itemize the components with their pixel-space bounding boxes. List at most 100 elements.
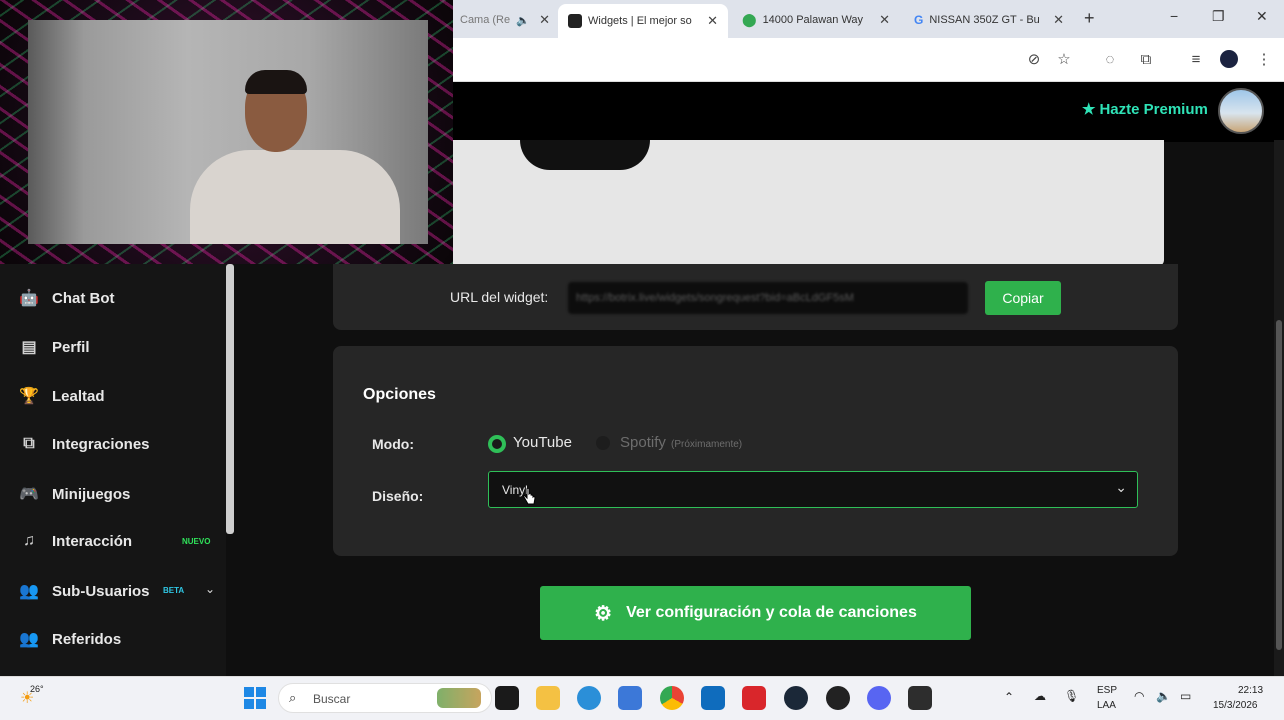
edge-icon[interactable] — [577, 686, 601, 710]
sidebar-item-sub-usuarios[interactable]: 👥 Sub-Usuarios — [18, 581, 150, 601]
file-explorer-icon[interactable] — [536, 686, 560, 710]
user-avatar[interactable] — [1218, 88, 1264, 134]
sidebar-item-interaccion[interactable]: ♫ Interacción — [18, 532, 132, 550]
sidebar-scrollbar[interactable] — [226, 264, 234, 534]
tab-maps[interactable]: ⬤ 14000 Palawan Way ✕ — [732, 6, 900, 34]
app-icon[interactable] — [908, 686, 932, 710]
design-label: Diseño: — [372, 488, 424, 504]
youtube-radio[interactable] — [488, 435, 506, 453]
premium-label: Hazte Premium — [1099, 100, 1208, 118]
close-window-button[interactable]: ✕ — [1256, 8, 1268, 25]
youtube-label[interactable]: YouTube — [513, 434, 572, 451]
search-icon: ⌕ — [289, 690, 297, 705]
new-tab-button[interactable]: + — [1084, 8, 1095, 29]
search-highlight-image — [437, 688, 481, 708]
sidebar-item-label: Perfil — [52, 338, 90, 356]
sidebar-item-referidos[interactable]: 👥 Referidos — [18, 629, 121, 649]
options-title: Opciones — [363, 386, 436, 403]
volume-icon[interactable]: 🔈 — [1156, 689, 1171, 703]
start-button[interactable] — [244, 687, 266, 709]
language-layout: LAA — [1097, 700, 1116, 711]
url-label: URL del widget: — [450, 289, 549, 305]
premium-button[interactable]: ★ Hazte Premium — [1082, 100, 1208, 119]
beta-badge: BETA — [163, 586, 185, 595]
sidebar-item-label: Lealtad — [52, 387, 105, 405]
tab-nissan[interactable]: G NISSAN 350Z GT - Bu ✕ — [904, 6, 1074, 34]
outlook-icon[interactable] — [701, 686, 725, 710]
sidebar-item-label: Sub-Usuarios — [52, 582, 150, 600]
chevron-down-icon: ⌄ — [1115, 479, 1127, 495]
maximize-button[interactable]: ❐ — [1212, 8, 1225, 25]
speaker-icon[interactable]: 🔈 — [516, 14, 530, 27]
hand-cursor-icon — [523, 488, 536, 505]
star-icon: ★ — [1082, 101, 1096, 118]
sidebar — [0, 264, 226, 676]
page-scrollbar-thumb[interactable] — [1276, 320, 1282, 650]
taskbar — [0, 676, 1284, 720]
battery-icon[interactable]: ▭ — [1180, 689, 1191, 703]
close-tab-icon[interactable]: ✕ — [1053, 12, 1064, 28]
task-view-icon[interactable] — [495, 686, 519, 710]
person-shirt — [190, 150, 400, 244]
clock-date[interactable]: 15/3/2026 — [1213, 700, 1258, 711]
kebab-menu-icon[interactable]: ⋮ — [1254, 50, 1274, 70]
sidebar-item-label: Chat Bot — [52, 289, 115, 307]
weather-temp: 26° — [30, 684, 44, 694]
trophy-icon: 🏆 — [19, 388, 39, 405]
chrome-icon[interactable] — [660, 686, 684, 710]
profile-avatar[interactable] — [1220, 50, 1238, 68]
sidebar-item-label: Interacción — [52, 532, 133, 550]
reading-list-icon[interactable]: ≡ — [1186, 50, 1206, 70]
person-hair — [245, 70, 307, 94]
taskbar-search[interactable]: ⌕ Buscar — [278, 683, 492, 713]
sidebar-item-integraciones[interactable]: ⧉ Integraciones — [18, 435, 150, 453]
tab-title: Cama (Re — [460, 14, 511, 26]
chevron-up-icon[interactable]: ⌃ — [1004, 690, 1014, 704]
widget-favicon-icon — [568, 14, 582, 28]
close-tab-icon[interactable]: ✕ — [707, 13, 718, 29]
puzzle-icon[interactable]: ⧉ — [1136, 50, 1156, 70]
microphone-icon[interactable]: 🎙 — [1064, 689, 1079, 703]
gear-icon: ⚙ — [594, 602, 613, 625]
wifi-icon[interactable]: ◠ — [1134, 689, 1144, 703]
store-icon[interactable] — [618, 686, 642, 710]
eye-off-icon[interactable]: ⊘ — [1024, 50, 1044, 70]
sidebar-item-label: Minijuegos — [52, 485, 131, 503]
star-icon[interactable]: ☆ — [1054, 50, 1074, 70]
language-indicator[interactable]: ESP — [1097, 685, 1117, 696]
close-tab-icon[interactable]: ✕ — [879, 12, 890, 28]
tab-title: Widgets | El mejor so — [588, 15, 692, 27]
sidebar-item-label: Integraciones — [52, 435, 150, 453]
plug-icon: ⧉ — [23, 435, 35, 452]
extension-icon[interactable]: ◌ — [1100, 50, 1120, 70]
discord-icon[interactable] — [867, 686, 891, 710]
user-group-icon: 👥 — [19, 631, 39, 648]
wps-icon[interactable] — [742, 686, 766, 710]
close-tab-icon[interactable]: ✕ — [539, 12, 550, 28]
sidebar-item-chat-bot[interactable]: 🤖 Chat Bot — [18, 288, 115, 308]
sidebar-item-perfil[interactable]: ▤ Perfil — [18, 337, 90, 357]
chevron-down-icon[interactable]: ⌄ — [205, 582, 215, 596]
spotify-radio[interactable] — [596, 436, 610, 450]
search-placeholder: Buscar — [313, 692, 351, 706]
spotify-coming-soon: (Próximamente) — [671, 439, 743, 450]
minimize-button[interactable]: − — [1170, 8, 1178, 24]
tab-title: NISSAN 350Z GT - Bu — [929, 14, 1040, 26]
design-select[interactable]: Vinyl ⌄ — [488, 471, 1138, 508]
widget-url-field[interactable]: https://botrix.live/widgets/songrequest?… — [568, 282, 968, 314]
view-config-queue-button[interactable]: ⚙ Ver configuración y cola de canciones — [540, 586, 971, 640]
robot-icon: 🤖 — [19, 290, 39, 307]
cloud-icon[interactable]: ☁ — [1034, 689, 1046, 703]
tab-cama[interactable]: Cama (Re 🔈 ✕ — [450, 6, 560, 34]
sidebar-item-lealtad[interactable]: 🏆 Lealtad — [18, 386, 105, 406]
clock-time[interactable]: 22:13 — [1238, 685, 1263, 696]
copy-button[interactable]: Copiar — [985, 281, 1061, 315]
widget-preview — [340, 140, 1164, 266]
spotify-label: Spotify — [620, 434, 666, 451]
tab-widgets[interactable]: Widgets | El mejor so ✕ — [558, 4, 728, 38]
new-badge: NUEVO — [182, 537, 211, 546]
sidebar-item-minijuegos[interactable]: 🎮 Minijuegos — [18, 484, 130, 504]
obs-icon[interactable] — [826, 686, 850, 710]
steam-icon[interactable] — [784, 686, 808, 710]
tab-title: 14000 Palawan Way — [762, 14, 864, 26]
